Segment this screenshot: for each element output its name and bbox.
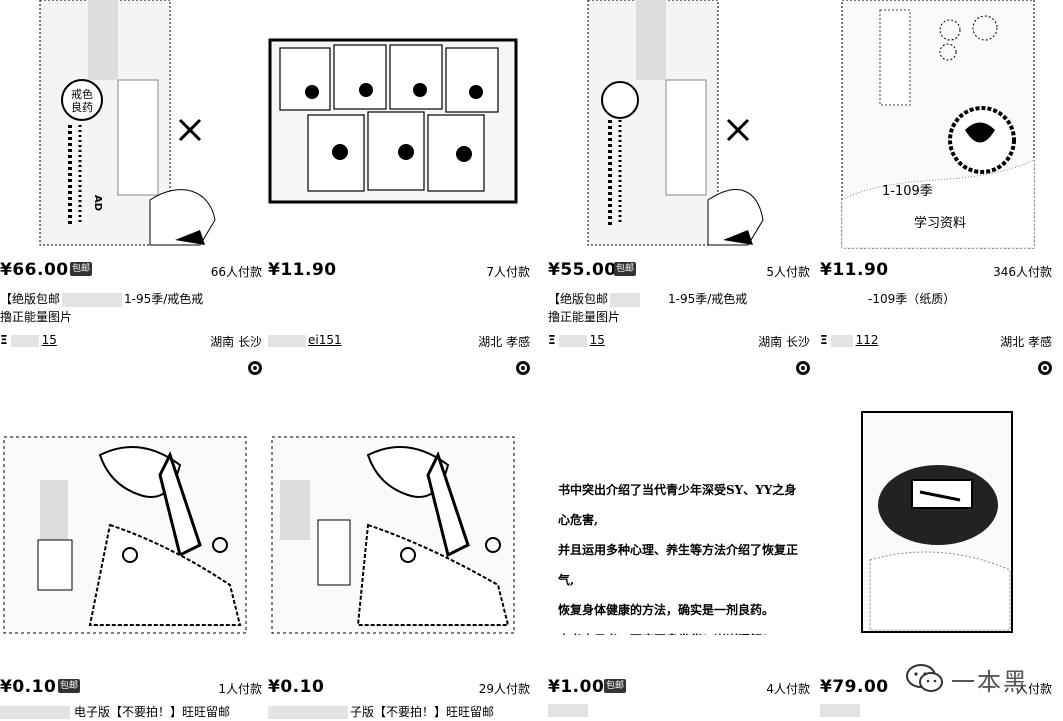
product-title-line2[interactable]: 撸正能量图片 bbox=[548, 308, 620, 325]
wangwang-icon[interactable] bbox=[516, 361, 530, 375]
wechat-icon bbox=[906, 664, 943, 692]
image-text-line: 书中突出介绍了当代青少年深受SY、YY之身心危害, bbox=[558, 483, 797, 527]
price: ¥11.90 bbox=[268, 260, 337, 280]
product-image-5[interactable] bbox=[0, 435, 262, 635]
paid-count: 5人付款 bbox=[766, 265, 810, 279]
price: ¥11.90 bbox=[820, 260, 889, 280]
image-label-1: 1-109季 bbox=[882, 184, 933, 199]
paid-count: 4人付款 bbox=[766, 682, 810, 696]
image-text-line: 恢复身体健康的方法，确实是一剂良药。 bbox=[558, 603, 775, 617]
paid-count: 1人付款 bbox=[218, 682, 262, 696]
price-row: ¥11.90 346人付款 bbox=[820, 260, 1063, 284]
product-image-6[interactable] bbox=[268, 435, 530, 635]
paid-count: 346人付款 bbox=[993, 265, 1052, 279]
price: ¥66.00 bbox=[0, 260, 69, 280]
product-title[interactable] bbox=[548, 703, 588, 717]
location: 湖南 长沙 bbox=[210, 335, 262, 349]
title-part[interactable]: 【绝版包邮 bbox=[0, 292, 60, 306]
image-text-line: 并且运用多种心理、养生等方法介绍了恢复正气, bbox=[558, 543, 799, 587]
free-shipping-badge: 包邮 bbox=[604, 679, 627, 693]
price: ¥0.10 bbox=[268, 677, 325, 697]
redacted-text bbox=[610, 292, 641, 307]
price-row: ¥55.00 包邮 5人付款 bbox=[548, 260, 810, 284]
stamp-text: 戒色良药 bbox=[71, 88, 93, 114]
price-row: ¥1.00 包邮 4人付款 bbox=[548, 677, 810, 701]
title-part[interactable]: 1-95季/戒色戒 bbox=[668, 292, 747, 306]
box-letters: AD bbox=[92, 195, 103, 212]
free-shipping-badge: 包邮 bbox=[58, 679, 81, 693]
product-title[interactable]: -109季（纸质） bbox=[868, 290, 955, 307]
price-row: ¥0.10 包邮 1人付款 bbox=[0, 677, 262, 701]
price-row: ¥0.10 29人付款 bbox=[268, 677, 530, 701]
product-title[interactable]: 电子版【不要拍！】旺旺留邮 bbox=[0, 703, 230, 720]
shop-row: Ξ 15 湖南 长沙 bbox=[0, 333, 262, 351]
price-row: ¥11.90 7人付款 bbox=[268, 260, 530, 284]
paid-count: 29人付款 bbox=[478, 682, 530, 696]
shop-name[interactable]: Ξ 112 bbox=[820, 333, 879, 347]
product-title[interactable]: 子版【不要拍！】旺旺留邮 bbox=[268, 703, 494, 720]
shop-name[interactable]: ei151 bbox=[268, 333, 342, 347]
product-title[interactable]: 【绝版包邮 1-95季/戒色戒 bbox=[548, 290, 747, 307]
title-part[interactable]: 【绝版包邮 bbox=[548, 292, 608, 306]
wangwang-icon[interactable] bbox=[248, 361, 262, 375]
image-label-2: 学习资料 bbox=[914, 216, 967, 231]
free-shipping-badge: 包邮 bbox=[614, 262, 637, 276]
title-part[interactable]: 电子版【不要拍！】旺旺留邮 bbox=[74, 705, 230, 719]
product-image-8[interactable] bbox=[820, 410, 1063, 635]
product-title[interactable] bbox=[820, 703, 860, 717]
watermark-text: 一本黑 bbox=[951, 668, 1029, 696]
price: ¥55.00 bbox=[548, 260, 617, 280]
shop-name[interactable]: Ξ 15 bbox=[548, 333, 605, 347]
price: ¥79.00 bbox=[820, 677, 889, 697]
location: 湖北 孝感 bbox=[478, 335, 530, 349]
product-title-line2[interactable]: 撸正能量图片 bbox=[0, 308, 72, 325]
wangwang-icon[interactable] bbox=[1038, 361, 1052, 375]
redacted-text bbox=[0, 706, 70, 719]
product-image-4[interactable]: 1-109季 学习资料 bbox=[820, 0, 1063, 250]
product-image-2[interactable] bbox=[268, 0, 530, 250]
redacted-text bbox=[548, 704, 588, 717]
image-text-line: 本书电子书，百度网盘发货！谢谢理解！ bbox=[558, 625, 808, 635]
free-shipping-badge: 包邮 bbox=[70, 262, 93, 276]
title-part[interactable]: 1-95季/戒色戒 bbox=[124, 292, 203, 306]
watermark: 一本黑 bbox=[905, 660, 1045, 700]
redacted-text bbox=[268, 706, 348, 719]
shop-row: Ξ 112 湖北 孝感 bbox=[820, 333, 1063, 351]
redacted-text bbox=[62, 292, 123, 307]
description-image-text: 书中突出介绍了当代青少年深受SY、YY之身心危害, 并且运用多种心理、养生等方法… bbox=[558, 475, 808, 635]
product-image-1[interactable]: 戒色良药 AD bbox=[0, 0, 262, 250]
location: 湖北 孝感 bbox=[1000, 335, 1052, 349]
price: ¥1.00 bbox=[548, 677, 605, 697]
price-row: ¥66.00 包邮 66人付款 bbox=[0, 260, 262, 284]
shop-row: Ξ 15 湖南 长沙 bbox=[548, 333, 810, 351]
title-part[interactable]: 子版【不要拍！】旺旺留邮 bbox=[350, 705, 494, 719]
price: ¥0.10 bbox=[0, 677, 57, 697]
shop-name[interactable]: Ξ 15 bbox=[0, 333, 57, 347]
product-image-3[interactable] bbox=[548, 0, 810, 250]
product-image-7[interactable]: 书中突出介绍了当代青少年深受SY、YY之身心危害, 并且运用多种心理、养生等方法… bbox=[548, 435, 810, 635]
product-title[interactable]: 【绝版包邮 1-95季/戒色戒 bbox=[0, 290, 203, 307]
wangwang-icon[interactable] bbox=[796, 361, 810, 375]
location: 湖南 长沙 bbox=[758, 335, 810, 349]
paid-count: 7人付款 bbox=[486, 265, 530, 279]
shop-row: ei151 湖北 孝感 bbox=[268, 333, 530, 351]
redacted-text bbox=[820, 704, 860, 717]
paid-count: 66人付款 bbox=[210, 265, 262, 279]
